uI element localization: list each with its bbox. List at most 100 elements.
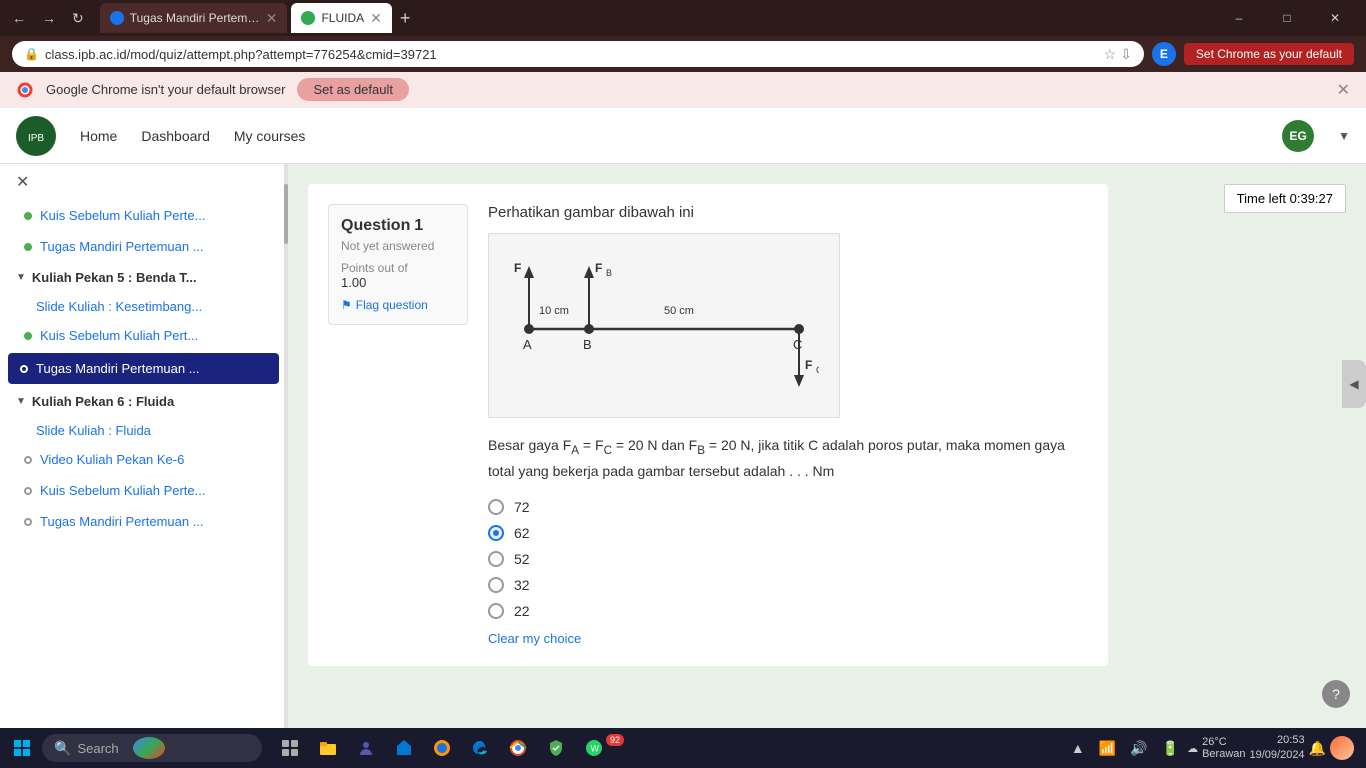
taskbar-teams[interactable] <box>348 730 384 766</box>
taskbar-user-avatar[interactable] <box>1330 736 1354 760</box>
sidebar-item-kuis-2[interactable]: Kuis Sebelum Kuliah Pert... <box>0 320 287 351</box>
taskbar-security[interactable] <box>538 730 574 766</box>
sidebar-item-tugas-2[interactable]: Tugas Mandiri Pertemuan ... <box>0 506 287 537</box>
close-button[interactable]: ✕ <box>1312 0 1358 36</box>
option-32[interactable]: 32 <box>488 577 1088 593</box>
question-status: Not yet answered <box>341 239 455 253</box>
section-arrow-2: ▼ <box>16 396 26 407</box>
nav-my-courses[interactable]: My courses <box>234 128 306 144</box>
help-button[interactable]: ? <box>1322 680 1350 708</box>
option-32-label: 32 <box>514 577 530 593</box>
ipb-logo: IPB <box>16 116 56 156</box>
option-22[interactable]: 22 <box>488 603 1088 619</box>
question-meta: Question 1 Not yet answered Points out o… <box>328 204 468 325</box>
nav-refresh-icon[interactable]: ↻ <box>68 6 88 31</box>
address-bar-container[interactable]: 🔒 ☆ ⇩ <box>12 41 1144 67</box>
sidebar: ✕ Kuis Sebelum Kuliah Perte... Tugas Man… <box>0 164 288 537</box>
firefox-icon <box>432 738 452 758</box>
sidebar-item-tugas-1[interactable]: Tugas Mandiri Pertemuan ... <box>0 231 287 262</box>
tab2-favicon <box>301 11 315 25</box>
address-input[interactable] <box>45 47 1098 62</box>
radio-62[interactable] <box>488 525 504 541</box>
option-52[interactable]: 52 <box>488 551 1088 567</box>
taskbar-clock[interactable]: 20:53 19/09/2024 <box>1250 733 1305 764</box>
option-62[interactable]: 62 <box>488 525 1088 541</box>
taskbar-task-view[interactable] <box>272 730 308 766</box>
taskbar-right: ▲ 📶 🔊 🔋 ☁ 26°C Berawan 20:53 19/09/2024 … <box>1067 733 1362 764</box>
tray-volume-icon[interactable]: 🔊 <box>1126 736 1151 761</box>
sidebar-item-video[interactable]: Video Kuliah Pekan Ke-6 <box>0 444 287 475</box>
force-diagram: F A F B F <box>509 254 819 394</box>
radio-52[interactable] <box>488 551 504 567</box>
teams-icon <box>356 738 376 758</box>
tab1-close-icon[interactable]: ✕ <box>266 10 278 27</box>
nav-forward-icon[interactable]: → <box>38 6 60 30</box>
sidebar-slide-fluida[interactable]: Slide Kuliah : Fluida <box>0 417 287 444</box>
radio-22[interactable] <box>488 603 504 619</box>
sidebar-section-pekan6[interactable]: ▼ Kuliah Pekan 6 : Fluida <box>0 386 287 417</box>
tray-battery-icon[interactable]: 🔋 <box>1158 736 1183 761</box>
taskbar-chrome[interactable] <box>500 730 536 766</box>
points-label: Points out of <box>341 261 455 275</box>
tab1-favicon <box>110 11 124 25</box>
svg-text:B: B <box>606 268 612 278</box>
browser-controls: ← → ↻ <box>8 6 88 31</box>
edge-icon <box>470 738 490 758</box>
flag-question-button[interactable]: ⚑ Flag question <box>341 298 428 312</box>
sidebar-item-tugas-active[interactable]: Tugas Mandiri Pertemuan ... <box>8 353 279 384</box>
flag-icon: ⚑ <box>341 298 352 312</box>
new-tab-button[interactable]: + <box>400 8 411 29</box>
taskbar-store[interactable] <box>386 730 422 766</box>
user-avatar[interactable]: EG <box>1282 120 1314 152</box>
taskbar-notification-icon[interactable]: 🔔 <box>1309 740 1326 757</box>
minimize-button[interactable]: – <box>1216 0 1262 36</box>
weather-widget[interactable]: ☁ 26°C Berawan <box>1187 736 1245 760</box>
taskbar-search-bar[interactable]: 🔍 Search <box>42 734 262 762</box>
taskbar-firefox[interactable] <box>424 730 460 766</box>
sidebar-dot-active <box>20 365 28 373</box>
tab2-close-icon[interactable]: ✕ <box>370 10 382 27</box>
star-icon[interactable]: ☆ <box>1104 46 1117 63</box>
download-icon[interactable]: ⇩ <box>1120 46 1132 63</box>
notification-close-icon[interactable]: ✕ <box>1337 80 1350 100</box>
sidebar-slide-kesetimbang[interactable]: Slide Kuliah : Kesetimbang... <box>0 293 287 320</box>
svg-text:F: F <box>805 358 812 372</box>
tray-arrow-icon[interactable]: ▲ <box>1067 736 1089 760</box>
svg-text:10 cm: 10 cm <box>539 305 569 317</box>
nav-home[interactable]: Home <box>80 128 117 144</box>
sidebar-dot-tugas2 <box>24 518 32 526</box>
user-dropdown-icon[interactable]: ▼ <box>1338 129 1350 143</box>
radio-32[interactable] <box>488 577 504 593</box>
section-arrow-1: ▼ <box>16 272 26 283</box>
sidebar-item-kuis-1[interactable]: Kuis Sebelum Kuliah Perte... <box>0 200 287 231</box>
lock-icon: 🔒 <box>24 47 39 61</box>
option-72[interactable]: 72 <box>488 499 1088 515</box>
sidebar-item-kuis-3[interactable]: Kuis Sebelum Kuliah Perte... <box>0 475 287 506</box>
logo-icon: IPB <box>22 122 50 150</box>
nav-dashboard[interactable]: Dashboard <box>141 128 210 144</box>
taskbar-edge[interactable] <box>462 730 498 766</box>
collapse-handle[interactable]: ◀ <box>1342 360 1366 408</box>
svg-text:50 cm: 50 cm <box>664 305 694 317</box>
chrome-icon <box>508 738 528 758</box>
browser-tab-1[interactable]: Tugas Mandiri Pertemuan 5 - G ✕ <box>100 3 288 33</box>
sidebar-close-icon[interactable]: ✕ <box>0 164 287 200</box>
maximize-button[interactable]: □ <box>1264 0 1310 36</box>
sidebar-section-pekan5[interactable]: ▼ Kuliah Pekan 5 : Benda T... <box>0 262 287 293</box>
start-button[interactable] <box>4 730 40 766</box>
browser-tab-2[interactable]: FLUIDA ✕ <box>291 3 391 33</box>
svg-text:A: A <box>526 268 532 278</box>
profile-icon[interactable]: E <box>1152 42 1176 66</box>
chrome-default-button[interactable]: Set Chrome as your default <box>1184 43 1354 65</box>
set-default-button[interactable]: Set as default <box>297 78 409 101</box>
nav-back-icon[interactable]: ← <box>8 6 30 30</box>
question-header: Question 1 Not yet answered Points out o… <box>328 204 1088 646</box>
svg-text:F: F <box>595 261 602 275</box>
chrome-logo-icon <box>16 81 34 99</box>
clear-choice-link[interactable]: Clear my choice <box>488 631 1088 646</box>
browser-title-bar: ← → ↻ Tugas Mandiri Pertemuan 5 - G ✕ FL… <box>0 0 1366 36</box>
sidebar-dot-video <box>24 456 32 464</box>
taskbar-file-explorer[interactable] <box>310 730 346 766</box>
tray-network-icon[interactable]: 📶 <box>1095 736 1120 761</box>
radio-72[interactable] <box>488 499 504 515</box>
